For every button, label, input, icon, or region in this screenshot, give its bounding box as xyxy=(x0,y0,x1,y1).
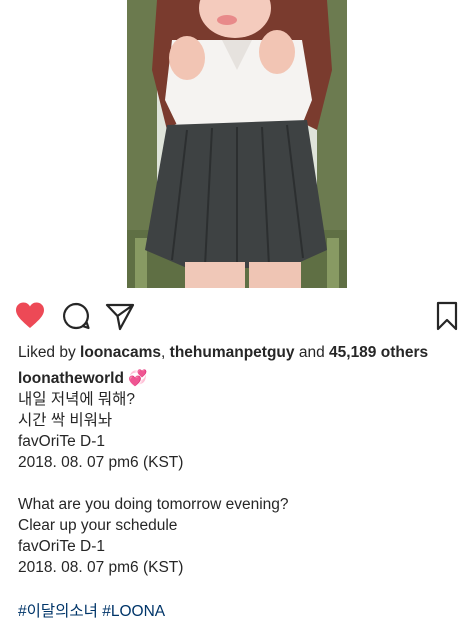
and-label: and xyxy=(294,344,330,361)
liker-link-1[interactable]: loonacams xyxy=(80,344,161,361)
likes-summary: Liked by loonacams, thehumanpetguy and 4… xyxy=(18,343,428,363)
author-emoji: 💞 xyxy=(128,370,148,387)
save-button[interactable] xyxy=(431,300,463,332)
liker-link-2[interactable]: thehumanpetguy xyxy=(170,344,295,361)
hashtag-link[interactable]: #이달의소녀 xyxy=(18,603,98,620)
author-username[interactable]: loonatheworld xyxy=(18,370,124,387)
heart-filled-icon xyxy=(16,302,44,328)
post-photo[interactable] xyxy=(127,0,347,288)
like-button[interactable] xyxy=(14,300,46,332)
hashtag-link[interactable]: #LOONA xyxy=(102,603,165,620)
caption-line: favOriTe D-1 xyxy=(18,433,105,450)
post-photo-image xyxy=(127,0,347,288)
paper-plane-icon xyxy=(105,303,135,331)
liker-separator: , xyxy=(161,344,170,361)
caption-line: Clear up your schedule xyxy=(18,517,178,534)
hashtag-line: #이달의소녀 #LOONA xyxy=(18,601,165,622)
caption-line: 내일 저녁에 뭐해? xyxy=(18,391,136,408)
caption-line: What are you doing tomorrow evening? xyxy=(18,496,289,513)
caption-line: 시간 싹 비워놔 xyxy=(18,412,113,429)
comment-bubble-icon xyxy=(63,302,90,330)
bookmark-icon xyxy=(436,301,458,331)
caption-line: 2018. 08. 07 pm6 (KST) xyxy=(18,454,184,471)
caption-line: 2018. 08. 07 pm6 (KST) xyxy=(18,559,184,576)
post-actions-bar xyxy=(0,300,474,332)
liked-by-label: Liked by xyxy=(18,344,81,361)
post-caption: loonatheworld 💞 내일 저녁에 뭐해? 시간 싹 비워놔 favO… xyxy=(18,368,458,578)
caption-line: favOriTe D-1 xyxy=(18,538,105,555)
likes-count-link[interactable]: 45,189 others xyxy=(329,344,428,361)
share-button[interactable] xyxy=(104,300,136,332)
comment-button[interactable] xyxy=(60,300,92,332)
